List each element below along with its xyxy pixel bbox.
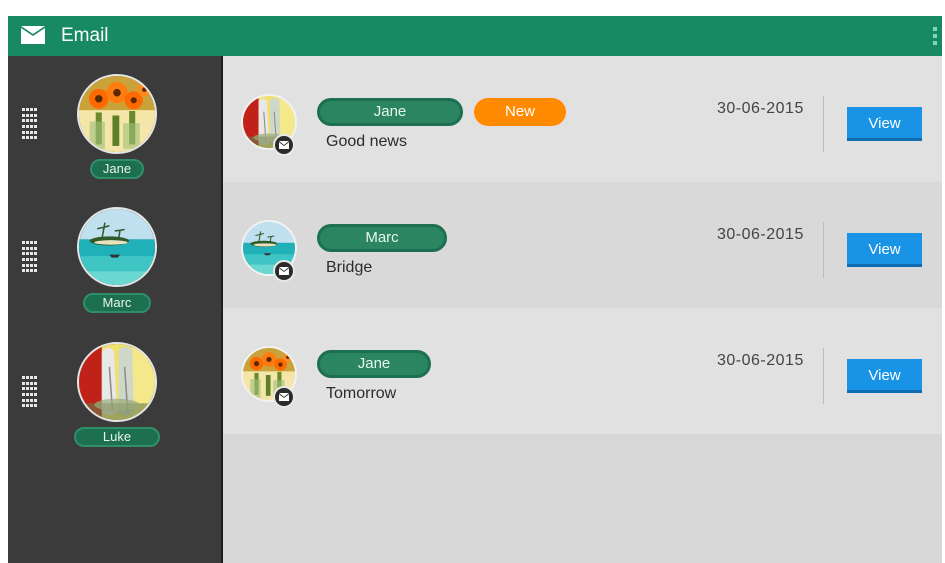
drag-handle-icon[interactable]	[22, 376, 38, 408]
sender-name: Jane	[317, 350, 431, 378]
view-button[interactable]: View	[847, 107, 922, 141]
sidebar-contact[interactable]: Marc	[8, 190, 221, 313]
message-date: 30-06-2015	[717, 352, 804, 369]
email-app: Email Jane Marc Luke Jane New Good news …	[8, 16, 942, 563]
message-subject: Bridge	[326, 259, 373, 276]
sender-name: Marc	[317, 224, 447, 252]
message-date: 30-06-2015	[717, 226, 804, 243]
avatar	[77, 74, 157, 154]
app-title: Email	[61, 25, 109, 46]
view-button[interactable]: View	[847, 359, 922, 393]
app-header: Email	[8, 16, 942, 56]
message-date: 30-06-2015	[717, 100, 804, 117]
drag-handle-icon[interactable]	[22, 108, 38, 140]
view-button[interactable]: View	[847, 233, 922, 267]
sidebar-contact[interactable]: Luke	[8, 324, 221, 447]
message-row[interactable]: Marc Bridge 30-06-2015 View	[223, 182, 942, 308]
mail-icon	[21, 26, 45, 44]
contact-name: Jane	[90, 159, 144, 179]
mail-icon	[273, 134, 295, 156]
new-badge: New	[474, 98, 566, 126]
mail-icon	[273, 260, 295, 282]
contact-name: Luke	[74, 427, 160, 447]
sidebar-contact[interactable]: Jane	[8, 56, 221, 179]
message-subject: Good news	[326, 133, 407, 150]
message-subject: Tomorrow	[326, 385, 397, 402]
overflow-menu-icon[interactable]	[932, 27, 938, 47]
message-row[interactable]: Jane Tomorrow 30-06-2015 View	[223, 308, 942, 434]
mail-icon	[273, 386, 295, 408]
divider	[823, 96, 824, 152]
sender-name: Jane	[317, 98, 463, 126]
divider	[823, 348, 824, 404]
message-row[interactable]: Jane New Good news 30-06-2015 View	[223, 56, 942, 182]
contacts-sidebar: Jane Marc Luke	[8, 56, 221, 563]
divider	[823, 222, 824, 278]
drag-handle-icon[interactable]	[22, 241, 38, 273]
contact-name: Marc	[83, 293, 151, 313]
avatar	[77, 207, 157, 287]
avatar	[77, 342, 157, 422]
